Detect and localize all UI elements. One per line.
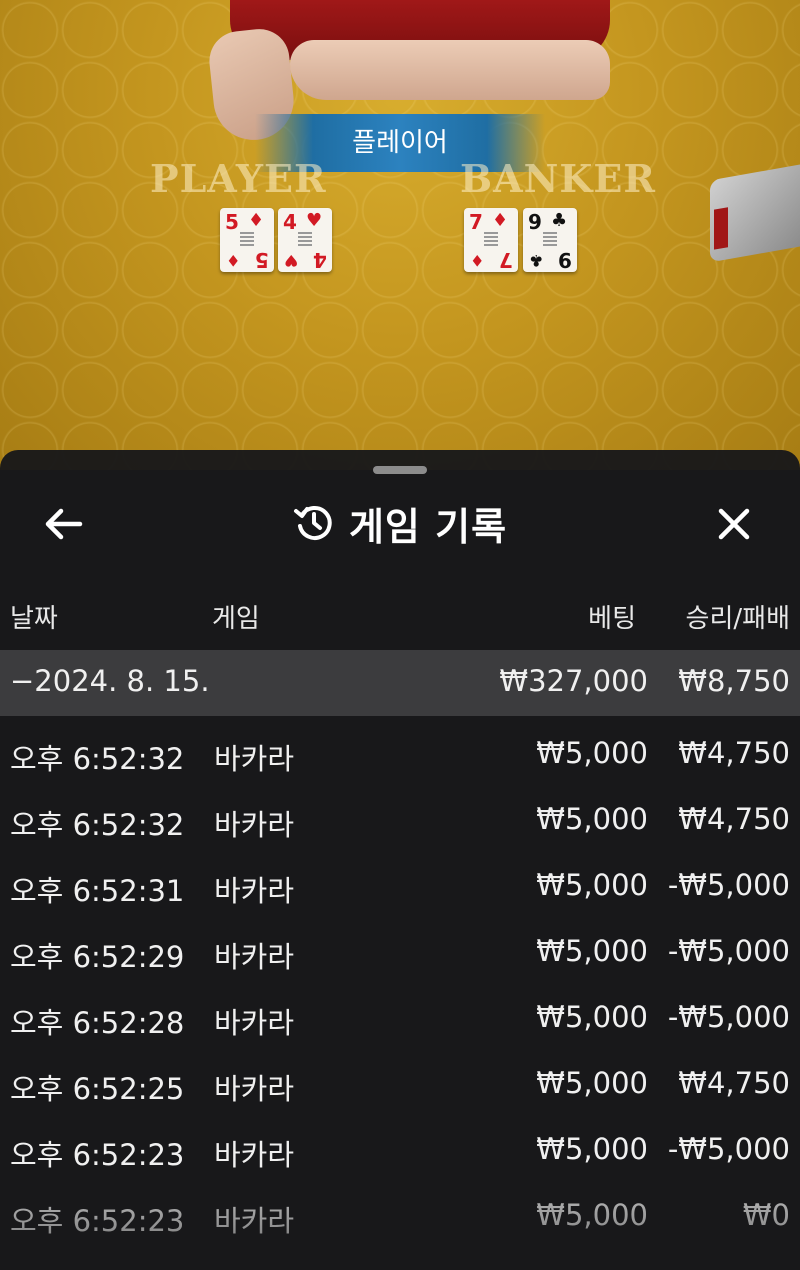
row-time: 오후 6:52:23 — [10, 1138, 185, 1172]
row-bet: ₩5,000 — [536, 1198, 648, 1232]
row-game: 바카라 — [214, 742, 295, 776]
player-card-1: 5 ♦ ♦ 5 — [220, 208, 274, 272]
row-game: 바카라 — [214, 874, 295, 908]
row-result: ₩4,750 — [678, 802, 790, 836]
banker-card-1: 7 ♦ ♦ 7 — [464, 208, 518, 272]
game-table-view: 플레이어 PLAYER BANKER 5 ♦ ♦ 5 4 ♥ ♥ 4 7 ♦ ♦… — [0, 0, 800, 470]
row-game: 바카라 — [214, 1204, 295, 1238]
row-bet: ₩5,000 — [536, 934, 648, 968]
row-result: -₩5,000 — [667, 1000, 790, 1034]
banker-label: BANKER — [460, 156, 656, 201]
date-group-bet-total: ₩327,000 — [499, 664, 648, 698]
history-icon — [293, 506, 332, 540]
row-game: 바카라 — [214, 1072, 295, 1106]
row-bet: ₩5,000 — [536, 1000, 648, 1034]
history-row[interactable]: 오후 6:52:23 바카라 ₩5,000 -₩5,000 — [0, 1118, 800, 1184]
row-bet: ₩5,000 — [536, 736, 648, 770]
row-game: 바카라 — [214, 940, 295, 974]
row-game: 바카라 — [214, 1006, 295, 1040]
row-time: 오후 6:52:32 — [10, 742, 185, 776]
column-header-bet: 베팅 — [588, 604, 636, 634]
history-row[interactable]: 오후 6:52:31 바카라 ₩5,000 -₩5,000 — [0, 854, 800, 920]
row-time: 오후 6:52:31 — [10, 874, 185, 908]
row-time: 오후 6:52:32 — [10, 808, 185, 842]
history-row[interactable]: 오후 6:52:29 바카라 ₩5,000 -₩5,000 — [0, 920, 800, 986]
column-header-game: 게임 — [212, 604, 260, 634]
row-result: ₩4,750 — [678, 1066, 790, 1100]
sheet-header: 게임 기록 — [0, 490, 800, 556]
game-history-sheet: 게임 기록 날짜 게임 베팅 승리/패배 −2024. 8. 15. ₩327,… — [0, 450, 800, 1270]
row-time: 오후 6:52:28 — [10, 1006, 185, 1040]
row-bet: ₩5,000 — [536, 1132, 648, 1166]
sheet-drag-handle[interactable] — [373, 466, 427, 474]
column-header-result: 승리/패배 — [685, 604, 790, 634]
dealer-right-hand — [290, 40, 610, 100]
row-bet: ₩5,000 — [536, 802, 648, 836]
history-row[interactable]: 오후 6:52:23 바카라 ₩5,000 ₩0 — [0, 1184, 800, 1250]
column-header-date: 날짜 — [10, 604, 58, 634]
row-time: 오후 6:52:29 — [10, 940, 185, 974]
row-result: -₩5,000 — [667, 934, 790, 968]
history-row[interactable]: 오후 6:52:28 바카라 ₩5,000 -₩5,000 — [0, 986, 800, 1052]
player-label: PLAYER — [150, 156, 327, 201]
arrow-left-icon — [45, 508, 83, 540]
row-result: ₩4,750 — [678, 736, 790, 770]
date-group-result-total: ₩8,750 — [678, 664, 790, 698]
player-card-2: 4 ♥ ♥ 4 — [278, 208, 332, 272]
date-group-row[interactable]: −2024. 8. 15. ₩327,000 ₩8,750 — [0, 650, 800, 716]
row-game: 바카라 — [214, 808, 295, 842]
banker-card-2: 9 ♣ ♣ 9 — [523, 208, 577, 272]
history-row[interactable]: 오후 6:52:32 바카라 ₩5,000 ₩4,750 — [0, 788, 800, 854]
row-result: -₩5,000 — [667, 1132, 790, 1166]
close-icon — [718, 508, 750, 540]
card-shoe — [710, 163, 800, 263]
row-game: 바카라 — [214, 1138, 295, 1172]
row-time: 오후 6:52:25 — [10, 1072, 185, 1106]
history-row[interactable]: 오후 6:52:32 바카라 ₩5,000 ₩4,750 — [0, 722, 800, 788]
row-result: -₩5,000 — [667, 868, 790, 902]
date-group-label: −2024. 8. 15. — [10, 664, 210, 698]
close-button[interactable] — [706, 496, 762, 552]
back-button[interactable] — [36, 496, 92, 552]
row-result: ₩0 — [742, 1198, 790, 1232]
sheet-title: 게임 기록 — [348, 504, 508, 549]
row-time: 오후 6:52:23 — [10, 1204, 185, 1238]
history-row[interactable]: 오후 6:52:25 바카라 ₩5,000 ₩4,750 — [0, 1052, 800, 1118]
row-bet: ₩5,000 — [536, 868, 648, 902]
row-bet: ₩5,000 — [536, 1066, 648, 1100]
